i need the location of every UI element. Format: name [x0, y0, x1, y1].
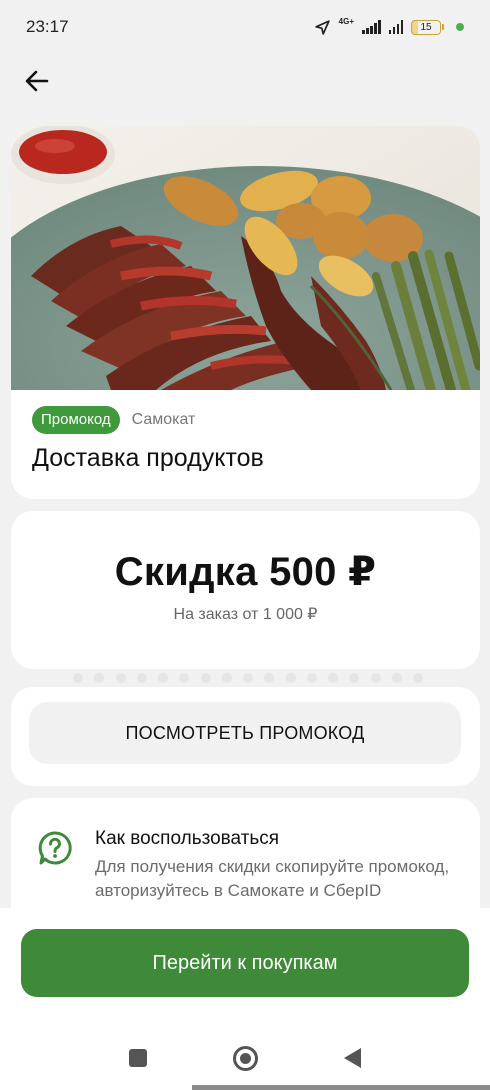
- signal-icon: [362, 20, 381, 34]
- home-indicator: [192, 1085, 490, 1090]
- offer-meta: Промокод Самокат: [32, 406, 195, 434]
- promo-badge: Промокод: [32, 406, 120, 434]
- system-navigation: [0, 1036, 490, 1080]
- status-icons: 4G+ 15: [314, 17, 464, 36]
- network-type: 4G+: [338, 17, 354, 26]
- privacy-dot: [456, 23, 464, 31]
- offer-title: Доставка продуктов: [32, 444, 264, 472]
- battery-icon: 15: [411, 19, 444, 35]
- offer-card: Промокод Самокат Доставка продуктов: [11, 126, 480, 499]
- recents-button[interactable]: [129, 1049, 147, 1067]
- status-bar: 23:17 4G+ 15: [0, 0, 490, 54]
- discount-title: Скидка 500 ₽: [114, 550, 377, 594]
- brand-name: Самокат: [131, 411, 196, 428]
- ticket-perforation: [73, 673, 423, 683]
- go-shopping-button[interactable]: Перейти к покупкам: [21, 929, 469, 997]
- food-photo: [11, 126, 480, 390]
- signal-icon-2: [388, 20, 403, 34]
- bottom-panel: Перейти к покупкам: [0, 908, 490, 1090]
- discount-card-bottom: ПОСМОТРЕТЬ ПРОМОКОД: [11, 687, 480, 786]
- view-promocode-button[interactable]: ПОСМОТРЕТЬ ПРОМОКОД: [29, 702, 461, 764]
- discount-card: Скидка 500 ₽ На заказ от 1 000 ₽: [11, 511, 480, 669]
- battery-level: 15: [420, 21, 432, 33]
- back-button[interactable]: [20, 66, 54, 100]
- status-time: 23:17: [26, 17, 69, 36]
- discount-subtitle: На заказ от 1 000 ₽: [173, 606, 318, 623]
- how-to-text: Для получения скидки скопируйте промокод…: [95, 857, 450, 900]
- system-back-button[interactable]: [344, 1048, 361, 1068]
- home-button[interactable]: [233, 1045, 258, 1071]
- how-to-title: Как воспользоваться: [95, 828, 280, 849]
- arrow-left-icon: [25, 70, 49, 97]
- location-arrow-icon: [314, 19, 331, 36]
- question-bubble-icon: [37, 830, 73, 871]
